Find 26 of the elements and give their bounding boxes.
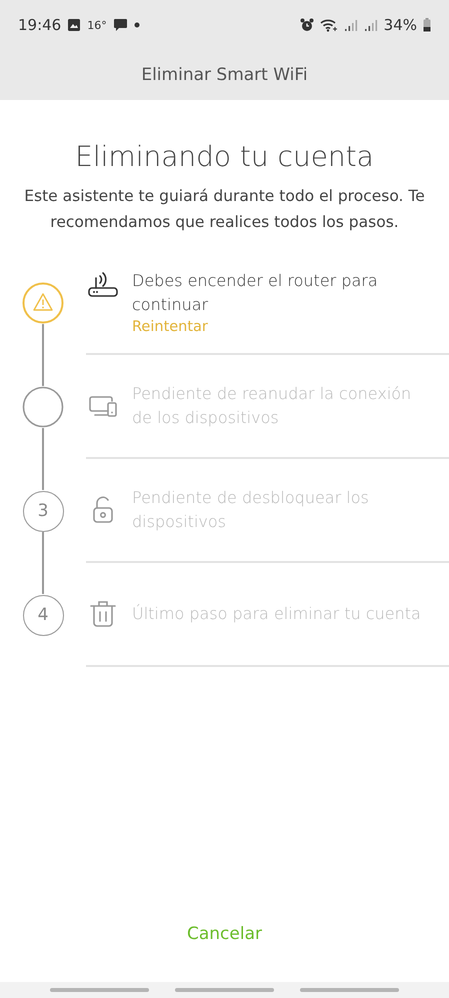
- alarm-icon: [300, 18, 314, 32]
- step-number: 4: [22, 594, 64, 636]
- description-text: Este asistente te guiará durante todo el proceso. Te recomendamos que realices todos los pasos.: [23, 186, 426, 233]
- screen-title: Eliminar Smart WiFi: [141, 64, 308, 84]
- page-heading: Eliminando tu cuenta: [74, 140, 375, 173]
- notification-dot-icon: [134, 22, 140, 28]
- battery-icon: [423, 18, 431, 32]
- signal-icon: [364, 18, 378, 32]
- warning-step-circle: [22, 282, 64, 324]
- nav-handle[interactable]: [175, 988, 274, 992]
- temperature-text: 16°: [87, 18, 107, 32]
- wifi-icon: [320, 18, 338, 32]
- step-text: Último paso para eliminar tu cuenta: [132, 603, 421, 625]
- step-text: Pendiente de reanudar la conexión de los dispositivos: [132, 383, 412, 429]
- cancel-button[interactable]: Cancelar: [179, 920, 270, 948]
- message-icon: [112, 18, 128, 32]
- step-text: Debes encender el router para continuar: [132, 270, 379, 316]
- nav-handle[interactable]: [300, 988, 399, 992]
- battery-percentage: 34%: [384, 16, 417, 34]
- step-number: 3: [22, 490, 64, 532]
- signal-icon: [344, 18, 358, 32]
- nav-handle[interactable]: [50, 988, 149, 992]
- clock-time: 19:46: [18, 16, 62, 34]
- step-text: Pendiente de desbloquear los dispositivos: [132, 487, 370, 533]
- picture-icon: [67, 18, 82, 32]
- retry-link[interactable]: Reintentar: [132, 317, 435, 337]
